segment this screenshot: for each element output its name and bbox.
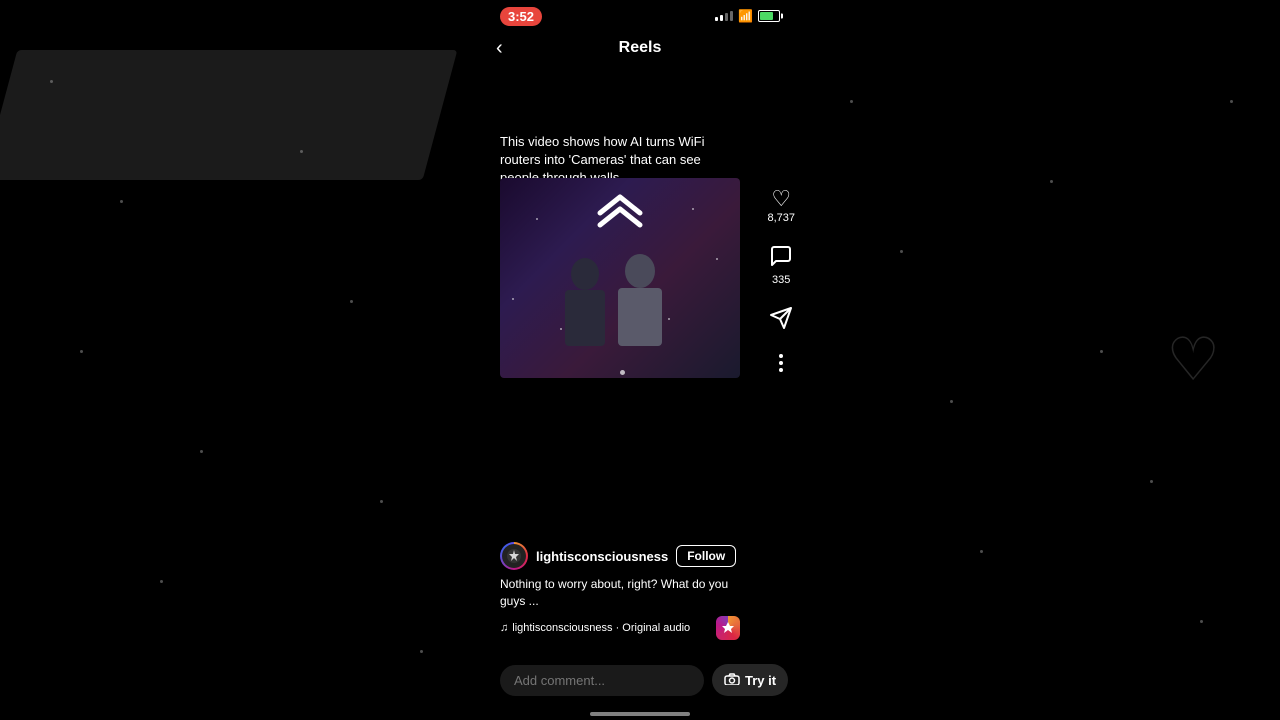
follow-button[interactable]: Follow [676,545,736,567]
like-count: 8,737 [767,212,795,224]
music-note-icon: ♫ [500,622,508,634]
comment-input[interactable] [500,665,704,696]
home-indicator [590,712,690,716]
back-button[interactable]: ‹ [496,37,503,60]
status-icons: 📶 [715,9,780,23]
nav-title: Reels [619,39,662,57]
background-left-shape [0,50,457,180]
video-thumbnail[interactable] [500,178,740,378]
audio-row: ♫ lightisconsciousness · Original audio [500,616,740,640]
ai-badge-icon[interactable] [716,616,740,640]
status-time: 3:52 [500,7,542,26]
signal-bars [715,11,733,21]
video-progress-dot [620,370,625,375]
comment-bar: Try it [500,660,780,700]
comment-button[interactable]: 335 [769,244,793,286]
send-icon [769,306,793,334]
username[interactable]: lightisconsciousness [536,549,668,564]
heart-icon: ♡ [771,188,791,210]
wifi-icon: 📶 [738,9,753,23]
try-it-label: Try it [745,673,776,688]
phone-container: 3:52 📶 ‹ Reels This video shows how AI t… [480,0,800,720]
battery-fill [760,12,773,20]
more-options-button[interactable] [779,354,783,372]
share-button[interactable] [769,306,793,334]
comment-count: 335 [772,274,790,286]
double-chevron-logo [590,193,650,238]
audio-info[interactable]: ♫ lightisconsciousness · Original audio [500,622,690,634]
signal-bar-2 [720,15,723,21]
top-nav: ‹ Reels [480,28,800,68]
action-buttons: ♡ 8,737 335 [767,188,795,372]
user-row: lightisconsciousness Follow [500,542,740,570]
status-bar: 3:52 📶 [480,0,800,28]
camera-icon [724,672,740,688]
post-caption: Nothing to worry about, right? What do y… [500,576,740,610]
signal-bar-1 [715,17,718,21]
comment-icon [769,244,793,272]
avatar[interactable] [500,542,528,570]
avatar-inner [502,544,526,568]
audio-label: lightisconsciousness · Original audio [512,622,690,634]
try-it-button[interactable]: Try it [712,664,788,696]
signal-bar-4 [730,11,733,21]
background-heart-icon: ♡ [1166,325,1220,395]
people-silhouette [500,246,740,346]
battery-icon [758,10,780,22]
like-button[interactable]: ♡ 8,737 [767,188,795,224]
user-info: lightisconsciousness Follow Nothing to w… [500,542,740,640]
signal-bar-3 [725,13,728,21]
video-area[interactable]: This video shows how AI turns WiFi route… [480,68,800,720]
